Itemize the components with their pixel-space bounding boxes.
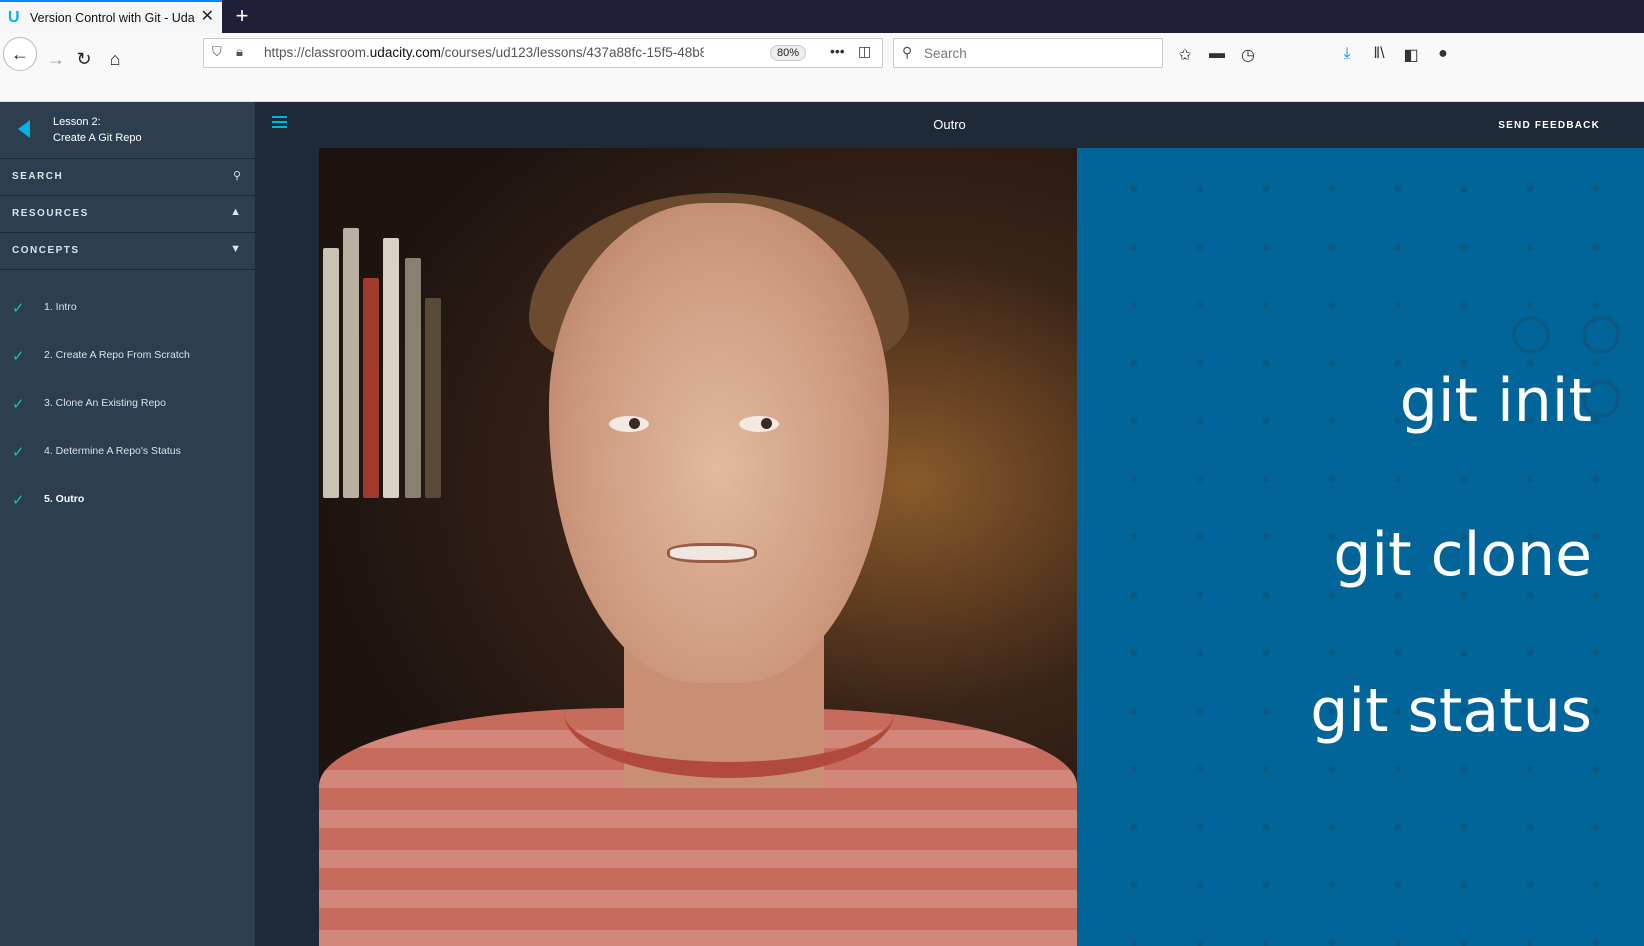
concept-item-active[interactable]: ✓ 5. Outro bbox=[0, 477, 255, 523]
library-icon[interactable]: ‖\ bbox=[1368, 45, 1390, 63]
concepts-toggle[interactable]: CONCEPTS ▼ bbox=[0, 233, 255, 270]
back-icon[interactable]: ← bbox=[3, 37, 37, 71]
video-player[interactable]: git init git clone git status bbox=[319, 148, 1644, 946]
browser-toolbar: ← → ↻ ⌂ ⛉ 🔒︎ https://classroom.udacity.c… bbox=[0, 33, 1644, 102]
profile-avatar-icon[interactable]: ● bbox=[1432, 45, 1454, 63]
concept-item[interactable]: ✓ 2. Create A Repo From Scratch bbox=[0, 333, 255, 379]
bookmark-star-icon[interactable]: ✩ bbox=[1174, 45, 1196, 65]
concept-label: 2. Create A Repo From Scratch bbox=[44, 349, 190, 361]
tab-title: Version Control with Git - Udac bbox=[30, 10, 195, 25]
lesson-title: Create A Git Repo bbox=[53, 132, 142, 144]
check-icon: ✓ bbox=[12, 348, 25, 365]
history-clock-icon[interactable]: ◷ bbox=[1237, 45, 1259, 65]
send-feedback-button[interactable]: SEND FEEDBACK bbox=[1498, 120, 1600, 131]
classroom-app: Lesson 2: Create A Git Repo SEARCH ⚲ RES… bbox=[0, 102, 1644, 946]
presenter-face bbox=[549, 203, 889, 683]
presenter-mouth bbox=[667, 543, 757, 563]
page-actions-icon[interactable]: ••• bbox=[830, 43, 845, 59]
concept-item[interactable]: ✓ 3. Clone An Existing Repo bbox=[0, 381, 255, 427]
lesson-content: git init git clone git status bbox=[255, 148, 1644, 946]
concept-label: 5. Outro bbox=[44, 493, 85, 505]
check-icon: ✓ bbox=[12, 396, 25, 413]
concept-item[interactable]: ✓ 4. Determine A Repo's Status bbox=[0, 429, 255, 475]
slide-command: git clone bbox=[1333, 520, 1592, 590]
synced-tabs-icon[interactable]: ▬ bbox=[1206, 45, 1228, 63]
lesson-sidebar: Lesson 2: Create A Git Repo SEARCH ⚲ RES… bbox=[0, 102, 255, 946]
check-icon: ✓ bbox=[12, 300, 25, 317]
close-tab-icon[interactable]: ✕ bbox=[201, 8, 214, 26]
url-bar[interactable]: ⛉ 🔒︎ https://classroom.udacity.com/cours… bbox=[203, 38, 883, 68]
sidebar-search[interactable]: SEARCH ⚲ bbox=[0, 159, 255, 196]
bookshelf-background bbox=[319, 198, 449, 498]
download-icon[interactable]: ⤓ bbox=[1336, 45, 1358, 63]
slide-command: git status bbox=[1310, 676, 1592, 746]
concept-label: 1. Intro bbox=[44, 301, 77, 313]
browser-tab[interactable]: U Version Control with Git - Udac ✕ bbox=[0, 0, 222, 33]
content-header: Outro SEND FEEDBACK bbox=[255, 102, 1644, 148]
zoom-level-badge[interactable]: 80% bbox=[770, 45, 807, 61]
url-text[interactable]: https://classroom.udacity.com/courses/ud… bbox=[264, 45, 704, 60]
lesson-number: Lesson 2: bbox=[53, 116, 101, 128]
search-label: SEARCH bbox=[12, 171, 64, 182]
page-title: Outro bbox=[933, 117, 966, 132]
concepts-label: CONCEPTS bbox=[12, 245, 80, 256]
check-icon: ✓ bbox=[12, 444, 25, 461]
search-icon[interactable]: ⚲ bbox=[233, 169, 241, 182]
video-presenter-frame bbox=[319, 148, 1077, 946]
concept-label: 4. Determine A Repo's Status bbox=[44, 445, 181, 457]
new-tab-icon[interactable]: + bbox=[230, 3, 254, 29]
sidebar-toggle-icon[interactable]: ◧ bbox=[1400, 45, 1422, 65]
search-input[interactable]: ⚲ Search bbox=[893, 38, 1163, 68]
pocket-icon[interactable]: ◫ bbox=[858, 43, 871, 60]
udacity-logo-icon: U bbox=[8, 8, 20, 26]
reload-icon[interactable]: ↻ bbox=[68, 43, 100, 75]
video-slide: git init git clone git status bbox=[1077, 148, 1644, 946]
search-icon: ⚲ bbox=[902, 44, 913, 60]
resources-label: RESOURCES bbox=[12, 208, 89, 219]
chevron-down-icon: ▼ bbox=[230, 243, 241, 255]
concept-item[interactable]: ✓ 1. Intro bbox=[0, 285, 255, 331]
back-arrow-icon[interactable] bbox=[18, 120, 30, 138]
check-icon: ✓ bbox=[12, 492, 25, 509]
browser-tab-bar: U Version Control with Git - Udac ✕ + bbox=[0, 0, 1644, 33]
shield-icon[interactable]: ⛉ bbox=[212, 44, 222, 60]
slide-command: git init bbox=[1399, 366, 1592, 436]
lock-icon[interactable]: 🔒︎ bbox=[236, 44, 243, 60]
lesson-header[interactable]: Lesson 2: Create A Git Repo bbox=[0, 102, 255, 159]
chevron-up-icon: ▲ bbox=[230, 206, 241, 218]
concept-label: 3. Clone An Existing Repo bbox=[44, 397, 166, 409]
home-icon[interactable]: ⌂ bbox=[99, 43, 131, 75]
resources-toggle[interactable]: RESOURCES ▲ bbox=[0, 196, 255, 233]
search-placeholder: Search bbox=[924, 46, 967, 61]
